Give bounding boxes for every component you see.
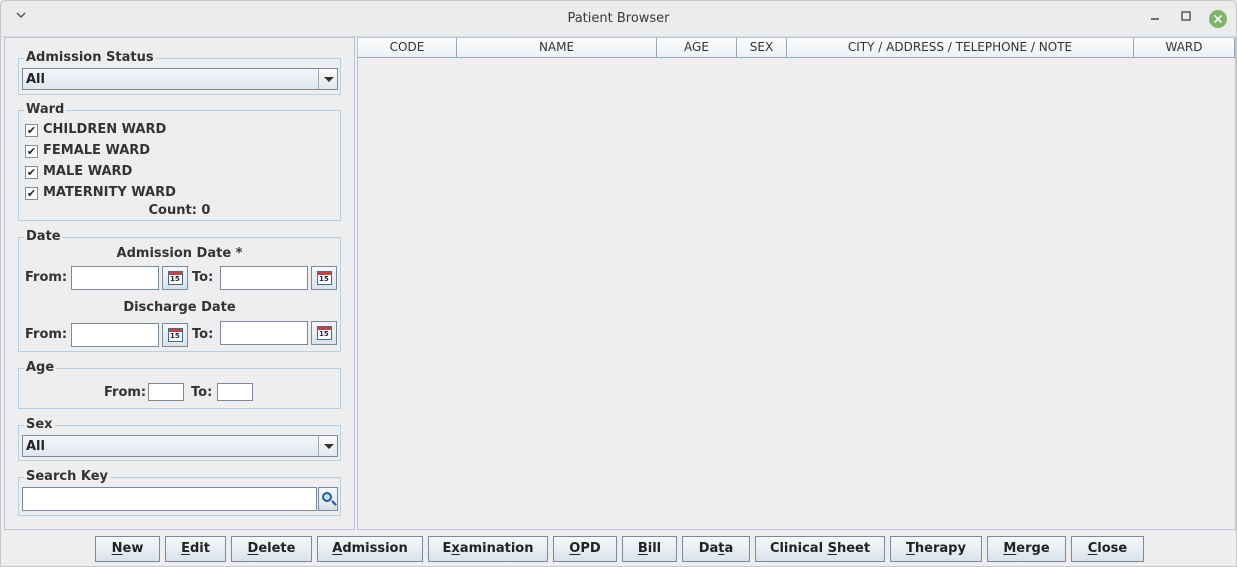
chevron-down-icon[interactable]: [318, 436, 337, 456]
admission-to-input[interactable]: [220, 266, 308, 290]
delete-button[interactable]: Delete: [231, 536, 312, 562]
admission-status-select[interactable]: All: [22, 68, 338, 90]
discharge-date-title: Discharge Date: [123, 300, 236, 315]
title-bar: Patient Browser: [1, 1, 1236, 37]
chevron-down-icon[interactable]: [318, 69, 337, 89]
discharge-to-label: To:: [192, 327, 214, 342]
calendar-icon: 15: [168, 328, 183, 342]
admission-button[interactable]: Admission: [317, 536, 423, 562]
column-header-age[interactable]: AGE: [657, 38, 737, 57]
admission-date-title: Admission Date *: [116, 246, 243, 261]
admission-from-input[interactable]: [71, 266, 159, 290]
minimize-icon[interactable]: [1146, 10, 1164, 28]
edit-button[interactable]: Edit: [165, 536, 226, 562]
calendar-icon: 15: [317, 326, 332, 340]
close-icon[interactable]: [1209, 10, 1227, 28]
age-group: Age From: To:: [18, 360, 341, 409]
ward-checkbox-label: MALE WARD: [43, 164, 133, 179]
admission-from-label: From:: [25, 270, 68, 285]
sex-group: Sex All: [18, 417, 341, 461]
sex-value: All: [26, 439, 45, 454]
discharge-to-input[interactable]: [220, 321, 308, 345]
search-key-legend: Search Key: [24, 469, 110, 484]
date-legend: Date: [24, 229, 63, 244]
close-button[interactable]: Close: [1071, 536, 1144, 562]
discharge-from-calendar-button[interactable]: 15: [162, 323, 188, 347]
ward-checkbox-label: CHILDREN WARD: [43, 122, 167, 137]
search-button[interactable]: [318, 487, 338, 511]
checkmark-icon[interactable]: ✔: [25, 124, 38, 137]
ward-checkbox-label: FEMALE WARD: [43, 143, 151, 158]
data-button[interactable]: Data: [682, 536, 750, 562]
admission-status-value: All: [26, 72, 45, 87]
discharge-to-calendar-button[interactable]: 15: [311, 321, 337, 345]
bill-button[interactable]: Bill: [622, 536, 677, 562]
calendar-icon: 15: [168, 271, 183, 285]
maximize-icon[interactable]: [1177, 10, 1195, 28]
opd-button[interactable]: OPD: [553, 536, 617, 562]
checkmark-icon[interactable]: ✔: [25, 145, 38, 158]
admission-to-label: To:: [192, 270, 214, 285]
column-header-name[interactable]: NAME: [457, 38, 657, 57]
search-input[interactable]: [22, 487, 317, 511]
column-header-address[interactable]: CITY / ADDRESS / TELEPHONE / NOTE: [787, 38, 1134, 57]
age-to-input[interactable]: [217, 383, 253, 401]
patient-table-panel: CODE NAME AGE SEX CITY / ADDRESS / TELEP…: [357, 37, 1236, 530]
clinical-sheet-button[interactable]: Clinical Sheet: [755, 536, 885, 562]
therapy-button[interactable]: Therapy: [890, 536, 982, 562]
admission-status-group: Admission Status All: [18, 50, 341, 95]
new-button[interactable]: New: [95, 536, 160, 562]
action-button-bar: New Edit Delete Admission Examination OP…: [1, 534, 1236, 564]
checkmark-icon[interactable]: ✔: [25, 166, 38, 179]
search-key-group: Search Key: [18, 469, 341, 516]
admission-from-calendar-button[interactable]: 15: [162, 266, 188, 290]
examination-button[interactable]: Examination: [428, 536, 548, 562]
age-from-label: From:: [104, 385, 147, 400]
ward-count: Count: 0: [148, 203, 211, 218]
date-group: Date Admission Date * From: 15 To: 15 Di…: [18, 229, 341, 352]
age-to-label: To:: [191, 385, 213, 400]
age-legend: Age: [24, 360, 57, 375]
column-header-sex[interactable]: SEX: [737, 38, 787, 57]
patient-table-header: CODE NAME AGE SEX CITY / ADDRESS / TELEP…: [358, 38, 1235, 58]
patient-browser-window: Patient Browser Admission Status All War…: [0, 0, 1237, 567]
merge-button[interactable]: Merge: [987, 536, 1066, 562]
filter-panel: Admission Status All Ward ✔ CHILDREN WAR…: [4, 37, 355, 530]
ward-group: Ward ✔ CHILDREN WARD ✔ FEMALE WARD ✔ MAL…: [18, 102, 341, 221]
patient-table-body[interactable]: [358, 58, 1235, 529]
calendar-icon: 15: [317, 271, 332, 285]
sex-legend: Sex: [24, 417, 55, 432]
window-title: Patient Browser: [567, 11, 670, 26]
ward-checkbox-label: MATERNITY WARD: [43, 185, 176, 200]
discharge-from-label: From:: [25, 327, 68, 342]
column-header-ward[interactable]: WARD: [1134, 38, 1235, 57]
admission-to-calendar-button[interactable]: 15: [311, 266, 337, 290]
checkmark-icon[interactable]: ✔: [25, 187, 38, 200]
admission-status-legend: Admission Status: [24, 50, 156, 65]
column-header-code[interactable]: CODE: [358, 38, 457, 57]
sex-select[interactable]: All: [22, 435, 338, 457]
ward-legend: Ward: [24, 102, 67, 117]
discharge-from-input[interactable]: [71, 323, 159, 347]
age-from-input[interactable]: [148, 383, 184, 401]
